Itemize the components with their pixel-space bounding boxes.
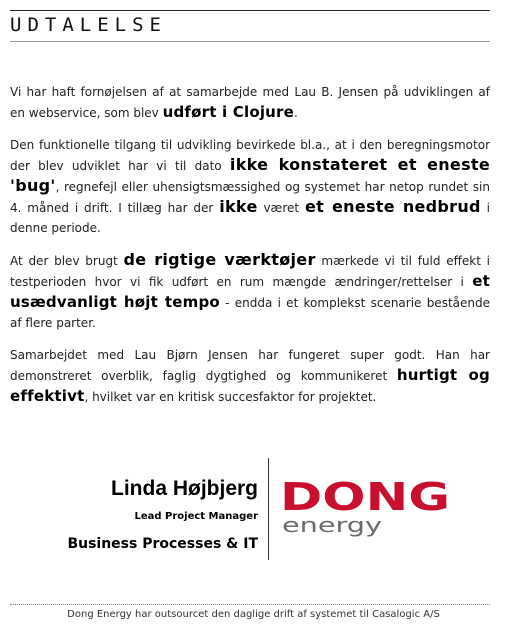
paragraph-4: Samarbejdet med Lau Bjørn Jensen har fun… bbox=[10, 345, 490, 407]
footer-note: Dong Energy har outsourcet den daglige d… bbox=[67, 609, 440, 620]
header-bottom-rule bbox=[10, 41, 490, 42]
paragraph-1: Vi har haft fornøjelsen af at samarbejde… bbox=[10, 82, 490, 123]
p3-text-a: At der blev brugt bbox=[10, 254, 124, 268]
statement-body: Vi har haft fornøjelsen af at samarbejde… bbox=[10, 82, 490, 419]
page-title: UDTALELSE bbox=[10, 14, 167, 36]
p2-emphasis-no-crash: et eneste nedbrud bbox=[304, 197, 481, 216]
p1-text-c: . bbox=[294, 106, 298, 120]
signatory-name: Linda Højbjerg bbox=[111, 477, 258, 500]
logo-sub-text: energy bbox=[282, 513, 382, 537]
p2-text-e: været bbox=[257, 201, 305, 215]
header-top-rule bbox=[10, 10, 490, 11]
signature-divider bbox=[268, 458, 269, 560]
signatory-role: Lead Project Manager bbox=[134, 511, 258, 522]
signatory-department: Business Processes & IT bbox=[67, 536, 258, 552]
paragraph-3: At der blev brugt de rigtige værktøjer m… bbox=[10, 250, 490, 333]
p1-emphasis-clojure: udført i Clojure bbox=[162, 103, 295, 121]
p3-emphasis-right-tools: de rigtige værktøjer bbox=[123, 250, 316, 269]
paragraph-2: Den funktionelle tilgang til udvikling b… bbox=[10, 135, 490, 238]
p2-emphasis-ikke: ikke bbox=[219, 197, 258, 216]
dong-energy-logo: DONG energy bbox=[280, 478, 450, 537]
footer-rule bbox=[10, 604, 490, 605]
p4-text-c: , hvilket var en kritisk succesfaktor fo… bbox=[84, 390, 377, 404]
